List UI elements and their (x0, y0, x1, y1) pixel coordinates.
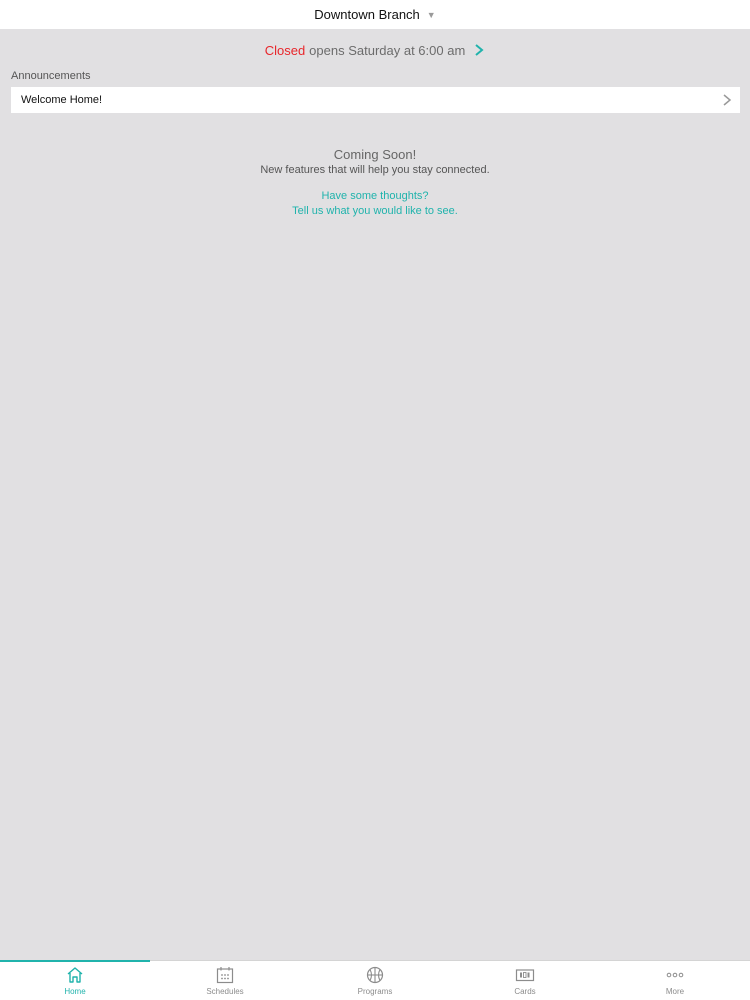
tab-programs[interactable]: Programs (300, 961, 450, 1000)
basketball-icon (366, 966, 384, 984)
card-icon (515, 969, 535, 982)
more-icon (666, 972, 684, 978)
tab-label: Schedules (206, 987, 244, 996)
dropdown-caret-icon: ▼ (426, 9, 436, 20)
chevron-right-icon (723, 94, 732, 106)
coming-soon-title: Coming Soon! (333, 147, 417, 162)
calendar-icon (216, 967, 234, 984)
tab-more[interactable]: More (600, 961, 750, 1000)
coming-soon-subtitle: New features that will help you stay con… (260, 164, 490, 176)
status-state: Closed (264, 42, 306, 58)
tab-home[interactable]: Home (0, 960, 150, 1000)
feedback-link-line2[interactable]: Tell us what you would like to see. (0, 205, 750, 217)
tab-label: Cards (514, 987, 536, 996)
tab-schedules[interactable]: Schedules (150, 961, 300, 1000)
status-detail: opens Saturday at 6:00 am (309, 42, 466, 58)
tab-cards[interactable]: Cards (450, 961, 600, 1000)
tab-bar: Home Schedules Programs Cards More (0, 960, 750, 1000)
chevron-right-icon (475, 44, 484, 56)
feedback-link-line1[interactable]: Have some thoughts? (0, 190, 750, 202)
announcement-label: Welcome Home! (21, 94, 103, 106)
branch-selector[interactable]: Downtown Branch ▼ (314, 7, 435, 22)
branch-status[interactable]: Closed opens Saturday at 6:00 am (0, 38, 750, 62)
announcement-item[interactable]: Welcome Home! (11, 87, 740, 113)
announcements-section-label: Announcements (11, 70, 91, 82)
branch-title: Downtown Branch (314, 7, 420, 22)
tab-label: Home (64, 987, 86, 996)
tab-label: More (665, 987, 685, 996)
app-header: Downtown Branch ▼ (0, 0, 750, 29)
home-icon (67, 967, 83, 983)
tab-label: Programs (357, 987, 393, 996)
